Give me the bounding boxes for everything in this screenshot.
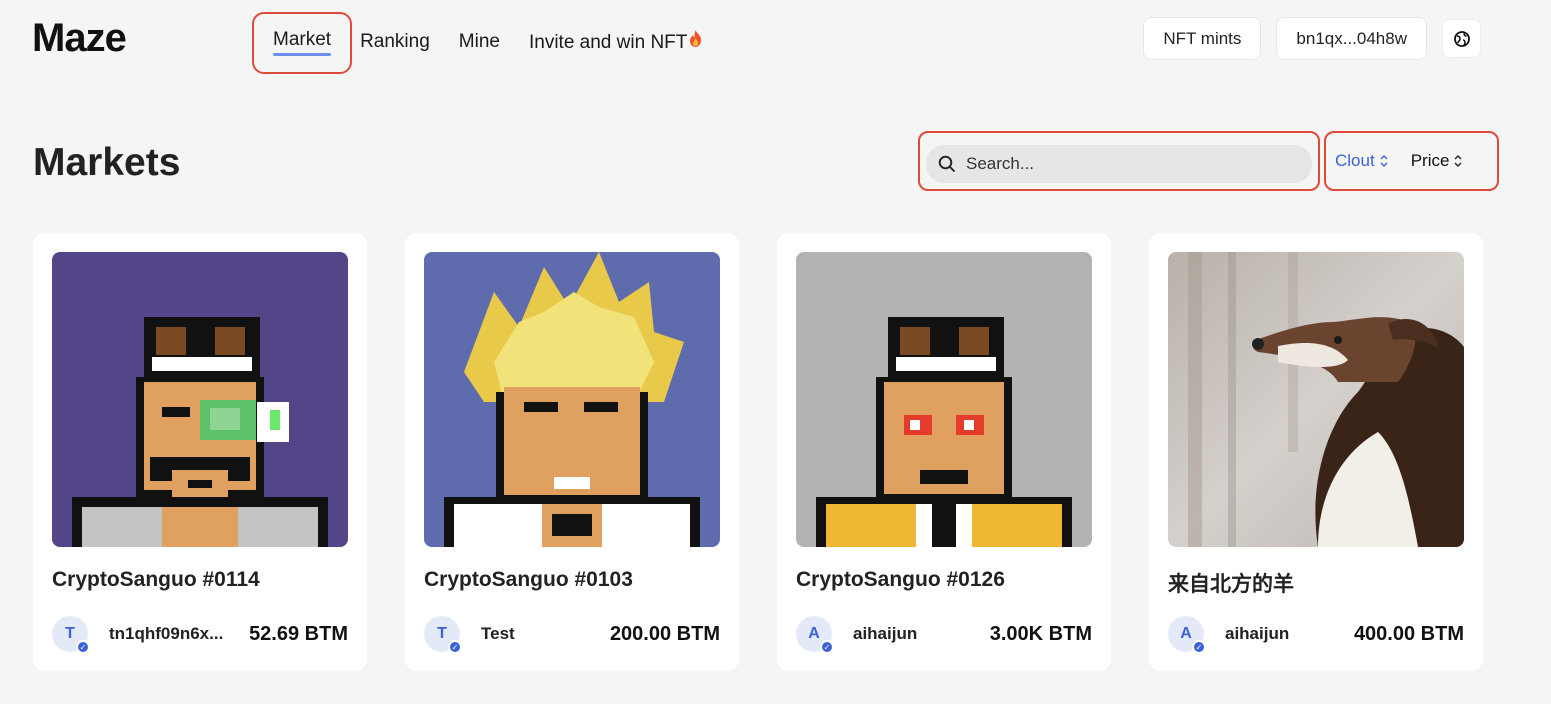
sort-price[interactable]: Price xyxy=(1411,151,1464,171)
nft-title[interactable]: CryptoSanguo #0126 xyxy=(796,568,1092,592)
fire-icon xyxy=(687,29,704,56)
search-container xyxy=(918,131,1320,191)
nav-invite[interactable]: Invite and win NFT xyxy=(529,29,704,56)
owner-name[interactable]: tn1qhf09n6x... xyxy=(109,624,223,644)
page-title: Markets xyxy=(33,141,181,184)
language-button[interactable] xyxy=(1442,19,1481,58)
search-icon xyxy=(938,155,955,172)
avatar-letter: T xyxy=(437,625,447,642)
nft-card[interactable]: CryptoSanguo #0103 T ✓ Test 200.00 BTM xyxy=(405,233,739,671)
nft-title[interactable]: CryptoSanguo #0114 xyxy=(52,568,348,592)
wallet-address-button[interactable]: bn1qx...04h8w xyxy=(1276,17,1427,60)
nft-card-footer: T ✓ tn1qhf09n6x... 52.69 BTM xyxy=(52,616,348,654)
nav-mine[interactable]: Mine xyxy=(459,30,500,54)
owner-name[interactable]: Test xyxy=(481,624,515,644)
owner-name[interactable]: aihaijun xyxy=(853,624,917,644)
nft-price: 3.00K BTM xyxy=(989,622,1092,645)
nft-card[interactable]: CryptoSanguo #0126 A ✓ aihaijun 3.00K BT… xyxy=(777,233,1111,671)
avatar-letter: A xyxy=(1180,625,1192,642)
nav-market-label: Market xyxy=(273,29,332,50)
verified-badge-icon: ✓ xyxy=(1192,640,1206,654)
avatar[interactable]: T ✓ xyxy=(52,616,90,654)
nav-active-underline xyxy=(273,53,332,56)
nav-market[interactable]: Market xyxy=(252,12,353,74)
nav-mine-label: Mine xyxy=(458,31,500,52)
nft-card-footer: A ✓ aihaijun 400.00 BTM xyxy=(1168,616,1464,654)
sort-clout-label: Clout xyxy=(1335,151,1375,170)
avatar[interactable]: A ✓ xyxy=(1168,616,1206,654)
nft-title[interactable]: 来自北方的羊 xyxy=(1168,568,1464,598)
nav-ranking-label: Ranking xyxy=(360,31,430,52)
nft-image xyxy=(52,252,348,547)
nav-invite-label: Invite and win NFT xyxy=(528,31,688,53)
search-box[interactable] xyxy=(926,145,1312,183)
nft-image xyxy=(424,252,720,547)
nft-price: 200.00 BTM xyxy=(609,622,720,645)
avatar-letter: T xyxy=(65,625,75,642)
nft-image xyxy=(796,252,1092,547)
nft-price: 400.00 BTM xyxy=(1353,622,1464,645)
nav-ranking[interactable]: Ranking xyxy=(360,30,430,54)
nft-card[interactable]: CryptoSanguo #0114 T ✓ tn1qhf09n6x... 52… xyxy=(33,233,367,671)
logo[interactable]: Maze xyxy=(32,18,127,58)
avatar[interactable]: T ✓ xyxy=(424,616,462,654)
search-input[interactable] xyxy=(966,154,1286,174)
sort-clout[interactable]: Clout xyxy=(1335,151,1389,171)
verified-badge-icon: ✓ xyxy=(448,640,462,654)
sort-toggle-icon xyxy=(1454,155,1462,167)
nft-title[interactable]: CryptoSanguo #0103 xyxy=(424,568,720,592)
globe-icon xyxy=(1453,30,1470,47)
sort-toggle-icon xyxy=(1380,155,1388,167)
avatar[interactable]: A ✓ xyxy=(796,616,834,654)
verified-badge-icon: ✓ xyxy=(76,640,90,654)
main-nav: Market Ranking Mine Invite and win NFT xyxy=(252,0,733,84)
sort-price-label: Price xyxy=(1410,151,1450,170)
nft-card-footer: A ✓ aihaijun 3.00K BTM xyxy=(796,616,1092,654)
nft-card-grid: CryptoSanguo #0114 T ✓ tn1qhf09n6x... 52… xyxy=(33,233,1483,671)
header-actions: NFT mints bn1qx...04h8w xyxy=(1143,17,1481,60)
nft-price: 52.69 BTM xyxy=(249,622,348,645)
nft-card[interactable]: 来自北方的羊 A ✓ aihaijun 400.00 BTM xyxy=(1149,233,1483,671)
sort-controls: Clout Price xyxy=(1324,131,1499,191)
nft-mints-button[interactable]: NFT mints xyxy=(1143,17,1262,60)
owner-name[interactable]: aihaijun xyxy=(1225,624,1289,644)
nft-image xyxy=(1168,252,1464,547)
avatar-letter: A xyxy=(808,625,820,642)
verified-badge-icon: ✓ xyxy=(820,640,834,654)
nft-card-footer: T ✓ Test 200.00 BTM xyxy=(424,616,720,654)
